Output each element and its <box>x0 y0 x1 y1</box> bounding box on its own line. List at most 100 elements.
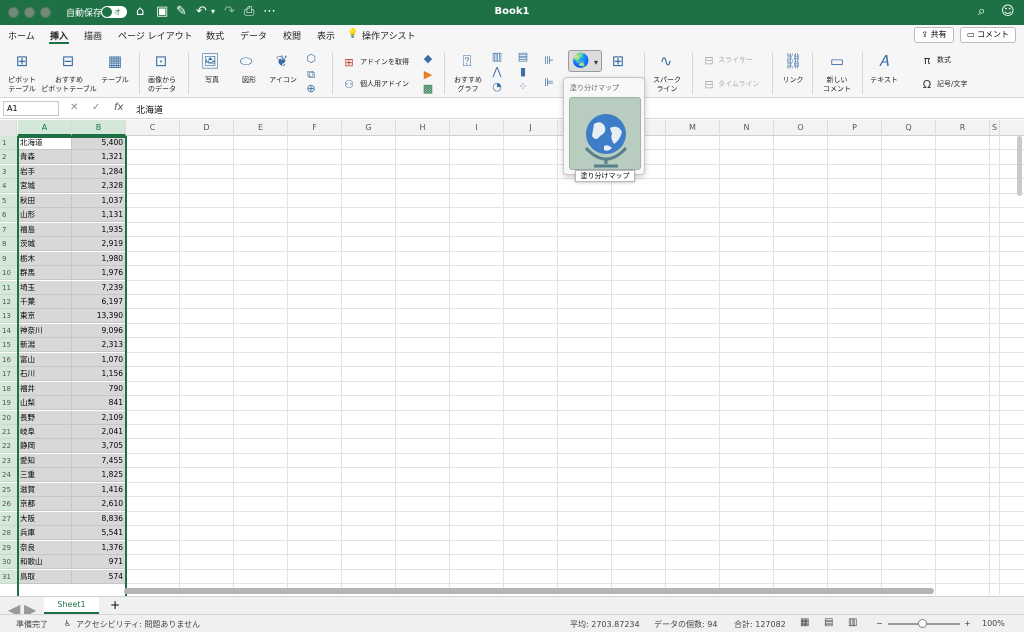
row-header[interactable]: 31 <box>0 569 17 584</box>
cell[interactable]: 2,610 <box>72 497 126 512</box>
waterfall-chart-icon[interactable]: ⊪ <box>540 52 558 70</box>
text-icon[interactable]: 𝐴 <box>873 52 895 70</box>
normal-view-icon[interactable]: ▦ <box>800 617 809 628</box>
cell[interactable]: 鳥取 <box>18 569 72 584</box>
tab-page-layout[interactable]: ページ レイアウト <box>118 29 193 42</box>
zoom-slider[interactable] <box>888 619 960 628</box>
tell-me-search[interactable]: 操作アシスト <box>362 29 416 42</box>
cell[interactable]: 茨城 <box>18 237 72 252</box>
cancel-icon[interactable]: ✕ <box>70 102 78 113</box>
cell[interactable]: 山梨 <box>18 396 72 411</box>
column-header[interactable]: O <box>774 120 828 136</box>
column-header[interactable]: D <box>180 120 234 136</box>
column-header[interactable]: P <box>828 120 882 136</box>
cell[interactable]: 1,070 <box>72 352 126 367</box>
cell[interactable]: 13,390 <box>72 309 126 324</box>
cell[interactable]: 愛知 <box>18 453 72 468</box>
cell[interactable]: 1,131 <box>72 208 126 223</box>
cell[interactable]: 千葉 <box>18 294 72 309</box>
slicer-icon[interactable]: ⊟ <box>702 52 716 70</box>
cell[interactable]: 3,705 <box>72 439 126 454</box>
row-header[interactable]: 30 <box>0 555 17 570</box>
cell[interactable]: 2,313 <box>72 338 126 353</box>
symbol-label[interactable]: 記号/文字 <box>937 80 977 89</box>
cell[interactable]: 栃木 <box>18 251 72 266</box>
column-header[interactable]: G <box>342 120 396 136</box>
cell[interactable]: 東京 <box>18 309 72 324</box>
pictures-label[interactable]: 写真 <box>198 76 226 85</box>
recommended-pivot-label[interactable]: おすすめ ピボットテーブル <box>40 76 98 94</box>
timeline-label[interactable]: タイムライン <box>718 80 766 89</box>
row-header[interactable]: 18 <box>0 381 17 396</box>
worksheet-grid[interactable]: ABCDEFGHIJKLMNOPQRS 1北海道5,400 2青森1,321 3岩手… <box>0 120 1024 595</box>
icons-label[interactable]: アイコン <box>266 76 300 85</box>
search-icon[interactable]: ⌕ <box>978 5 985 19</box>
row-header[interactable]: 20 <box>0 410 17 425</box>
share-button[interactable]: ⇪ 共有 <box>914 27 954 43</box>
name-box[interactable]: A1 <box>3 101 59 116</box>
link-label[interactable]: リンク <box>779 76 807 85</box>
equation-label[interactable]: 数式 <box>937 56 967 65</box>
cell[interactable]: 1,376 <box>72 540 126 555</box>
cell[interactable]: 埼玉 <box>18 280 72 295</box>
sparklines-label[interactable]: スパーク ライン <box>649 76 685 94</box>
pivot-chart-icon[interactable]: ⊞ <box>607 52 629 70</box>
my-addins-label[interactable]: 個人用アドイン <box>360 80 420 89</box>
slicer-label[interactable]: スライサー <box>718 56 762 65</box>
cell[interactable]: 6,197 <box>72 294 126 309</box>
row-header[interactable]: 21 <box>0 425 17 439</box>
cell[interactable]: 2,328 <box>72 179 126 194</box>
tab-home[interactable]: ホーム <box>8 29 35 42</box>
cell[interactable]: 7,239 <box>72 280 126 295</box>
column-header[interactable]: R <box>936 120 990 136</box>
row-header[interactable]: 2 <box>0 150 17 165</box>
cell[interactable]: 1,416 <box>72 482 126 497</box>
tab-draw[interactable]: 描画 <box>84 29 102 42</box>
get-addins-icon[interactable]: ⊞ <box>342 54 356 72</box>
zoom-level[interactable]: 100% <box>982 619 1005 628</box>
screenshot-icon[interactable]: ⊕ <box>304 80 318 98</box>
row-header[interactable]: 14 <box>0 323 17 338</box>
timeline-icon[interactable]: ⊟ <box>702 76 716 94</box>
filled-map-option[interactable] <box>569 97 641 170</box>
column-header[interactable]: Q <box>882 120 936 136</box>
page-layout-view-icon[interactable]: ▤ <box>824 617 833 628</box>
cell[interactable]: 5,541 <box>72 526 126 541</box>
cell[interactable]: 神奈川 <box>18 323 72 338</box>
pie-chart-icon[interactable]: ◔ <box>488 78 506 96</box>
table-icon[interactable]: ▦ <box>105 52 125 70</box>
cell[interactable]: 長野 <box>18 410 72 425</box>
cell[interactable]: 8,836 <box>72 511 126 526</box>
cell[interactable]: 新潟 <box>18 338 72 353</box>
column-header[interactable]: J <box>504 120 558 136</box>
zoom-in-icon[interactable]: + <box>964 619 971 628</box>
row-header[interactable]: 28 <box>0 526 17 541</box>
cell[interactable]: 岐阜 <box>18 425 72 439</box>
symbol-icon[interactable]: Ω <box>920 76 934 94</box>
row-header[interactable]: 8 <box>0 237 17 252</box>
new-comment-label[interactable]: 新しい コメント <box>818 76 856 94</box>
column-header[interactable]: H <box>396 120 450 136</box>
cell[interactable]: 1,825 <box>72 468 126 483</box>
tab-data[interactable]: データ <box>240 29 267 42</box>
column-header[interactable]: N <box>720 120 774 136</box>
cell[interactable]: 790 <box>72 381 126 396</box>
row-header[interactable]: 25 <box>0 482 17 497</box>
column-header[interactable]: C <box>126 120 180 136</box>
table-label[interactable]: テーブル <box>98 76 132 85</box>
cell[interactable]: 2,041 <box>72 425 126 439</box>
get-addins-label[interactable]: アドインを取得 <box>360 58 416 67</box>
row-header[interactable]: 10 <box>0 266 17 281</box>
link-icon[interactable]: ⛓ <box>782 52 804 70</box>
cell[interactable]: 滋賀 <box>18 482 72 497</box>
pictures-icon[interactable]: 🖼 <box>199 52 221 70</box>
column-header[interactable]: M <box>666 120 720 136</box>
cell[interactable]: 1,935 <box>72 222 126 237</box>
row-header[interactable]: 13 <box>0 309 17 324</box>
row-header[interactable]: 22 <box>0 439 17 454</box>
row-header[interactable]: 19 <box>0 396 17 411</box>
zoom-slider-thumb[interactable] <box>918 619 927 628</box>
vertical-scrollbar[interactable] <box>1017 136 1022 196</box>
cell[interactable]: 和歌山 <box>18 555 72 570</box>
pivot-table-icon[interactable]: ⊞ <box>12 52 32 70</box>
